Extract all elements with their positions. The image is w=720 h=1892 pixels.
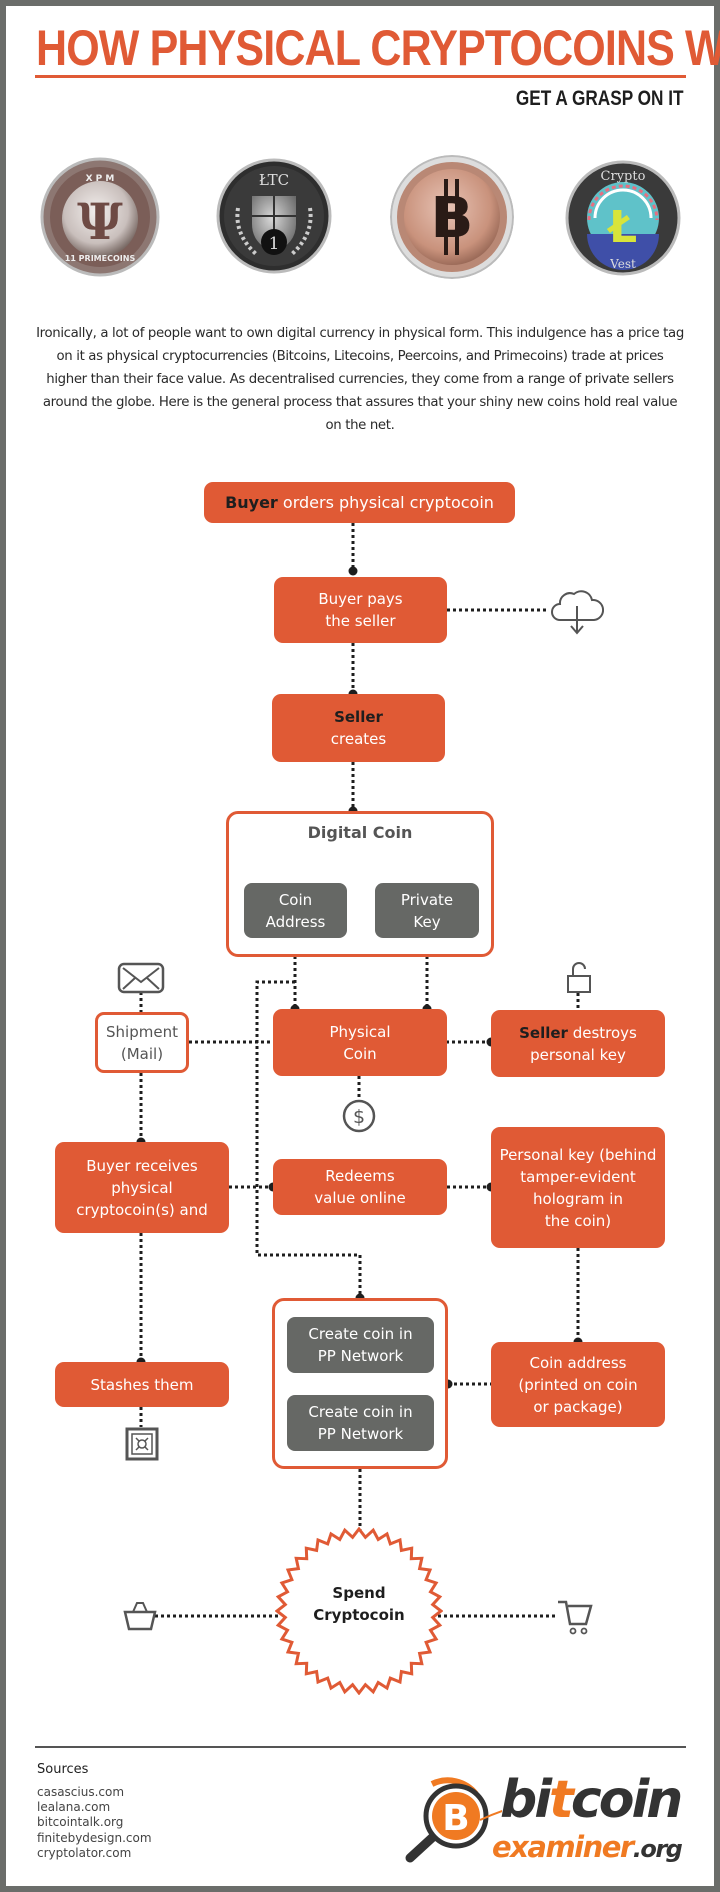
step-text: Create coin in — [308, 1325, 413, 1343]
source-link[interactable]: cryptolator.com — [37, 1846, 131, 1861]
coin-face-text: Crypto — [601, 169, 646, 184]
actor-label: Seller — [519, 1023, 568, 1042]
redeems-value-box: Redeems value online — [273, 1159, 447, 1215]
step-text: PP Network — [317, 1347, 404, 1365]
pp-create-coin-box-1: Create coin in PP Network — [287, 1317, 434, 1373]
source-link[interactable]: bitcointalk.org — [37, 1815, 123, 1830]
step-text: Physical — [329, 1022, 391, 1041]
coin-address-printed-box: Coin address (printed on coin or package) — [491, 1342, 665, 1427]
sources-heading: Sources — [37, 1762, 89, 1777]
logo-wordmark-bitcoin: bitcoin — [500, 1770, 683, 1830]
unlocked-padlock-icon — [567, 962, 591, 993]
shopping-cart-icon — [558, 1600, 593, 1635]
page-title: HOW PHYSICAL CRYPTOCOINS WORK — [36, 20, 720, 76]
step-text: Coin — [343, 1044, 377, 1063]
source-link[interactable]: finitebydesign.com — [37, 1831, 152, 1846]
coin-face-text: 11 PRIMECOINS — [65, 254, 136, 263]
step-text: Coin — [278, 890, 313, 909]
step-text: Private — [400, 890, 454, 909]
dollar-coin-icon: $ — [342, 1099, 376, 1133]
step-text: the seller — [325, 612, 396, 630]
step-text: orders physical cryptocoin — [277, 492, 494, 512]
personal-key-box: Personal key (behind tamper-evident hologr… — [491, 1127, 665, 1248]
seller-creates-box: Seller creates — [272, 694, 445, 762]
seller-destroys-box: Seller destroys personal key — [491, 1010, 665, 1077]
bitcoin-image: B — [390, 155, 514, 279]
step-text: value online — [314, 1189, 406, 1207]
intro-paragraph: Ironically, a lot of people want to own … — [36, 326, 684, 433]
buyer-orders-box: Buyer orders physical cryptocoin — [204, 482, 515, 523]
step-text: Cryptocoin — [313, 1606, 405, 1624]
actor-label: Buyer — [225, 492, 278, 512]
step-text: physical — [111, 1178, 173, 1197]
step-text: PP Network — [317, 1425, 404, 1443]
step-text: destroys — [567, 1023, 637, 1042]
page-subtitle: GET A GRASP ON IT — [516, 87, 684, 110]
actor-label: Seller — [334, 708, 383, 726]
step-text: cryptocoin(s) and — [76, 1200, 208, 1219]
step-text: personal key — [530, 1045, 626, 1064]
step-text: the coin) — [544, 1211, 612, 1230]
coin-symbol: Ψ — [77, 192, 123, 251]
buyer-pays-box: Buyer pays the seller — [274, 577, 447, 643]
step-text: tamper-evident — [520, 1167, 636, 1186]
step-text: Create coin in — [308, 1403, 413, 1421]
step-text: (printed on coin — [518, 1375, 638, 1394]
pp-create-coin-box-2: Create coin in PP Network — [287, 1395, 434, 1451]
coin-symbol: B — [431, 186, 474, 251]
source-link[interactable]: casascius.com — [37, 1785, 124, 1800]
step-text: Address — [265, 912, 326, 931]
stashes-them-box: Stashes them — [55, 1362, 229, 1407]
step-text: hologram in — [533, 1189, 623, 1208]
step-text: Shipment — [106, 1022, 178, 1041]
buyer-receives-box: Buyer receives physical cryptocoin(s) and — [55, 1142, 229, 1233]
litecoin-image: ŁTC 1 — [216, 158, 332, 274]
envelope-icon — [117, 962, 165, 994]
step-text: Redeems — [325, 1167, 395, 1185]
footer-divider — [35, 1746, 686, 1748]
coin-address-box: Coin Address — [244, 883, 347, 938]
coin-face-text: Vest — [609, 257, 636, 271]
title-divider — [35, 75, 686, 78]
bitcoin-examiner-logo[interactable]: B bitcoin examiner.org — [392, 1770, 692, 1878]
step-text: creates — [330, 730, 387, 748]
cloud-download-icon — [551, 590, 604, 635]
step-text: or package) — [533, 1397, 623, 1416]
magnifier-bitcoin-icon: B — [405, 1777, 502, 1863]
digital-coin-title: Digital Coin — [307, 823, 413, 842]
coin-face-text: ŁTC — [259, 171, 289, 189]
shipment-box: Shipment (Mail) — [95, 1012, 189, 1073]
step-text: Stashes them — [90, 1375, 194, 1394]
infographic-page: HOW PHYSICAL CRYPTOCOINS WORK GET A GRAS… — [6, 6, 720, 1886]
step-text: Personal key (behind — [499, 1145, 657, 1164]
step-text: Buyer pays — [318, 590, 403, 608]
physical-coin-box: Physical Coin — [273, 1009, 447, 1076]
coin-symbol: 1 — [269, 234, 280, 254]
source-link[interactable]: lealana.com — [37, 1800, 110, 1815]
primecoin-image: X P M 11 PRIMECOINS Ψ — [40, 157, 160, 277]
logo-wordmark-examiner: examiner.org — [492, 1830, 683, 1864]
safe-icon — [125, 1427, 159, 1461]
connector-endpoint-dot — [348, 566, 358, 576]
coin-face-text: X P M — [86, 174, 115, 184]
private-key-box: Private Key — [375, 883, 479, 938]
svg-text:B: B — [442, 1798, 469, 1839]
spend-cryptocoin-label: Spend Cryptocoin — [299, 1580, 419, 1628]
step-text: Buyer receives — [86, 1156, 198, 1175]
step-text: Key — [413, 912, 441, 931]
cryptovest-coin-image: Ł Crypto Vest — [565, 160, 681, 276]
shopping-basket-icon — [123, 1602, 157, 1631]
step-text: (Mail) — [120, 1044, 164, 1063]
svg-text:$: $ — [353, 1106, 365, 1128]
coin-symbol: Ł — [607, 202, 637, 253]
step-text: Coin address — [529, 1353, 627, 1372]
step-text: Spend — [332, 1584, 386, 1602]
